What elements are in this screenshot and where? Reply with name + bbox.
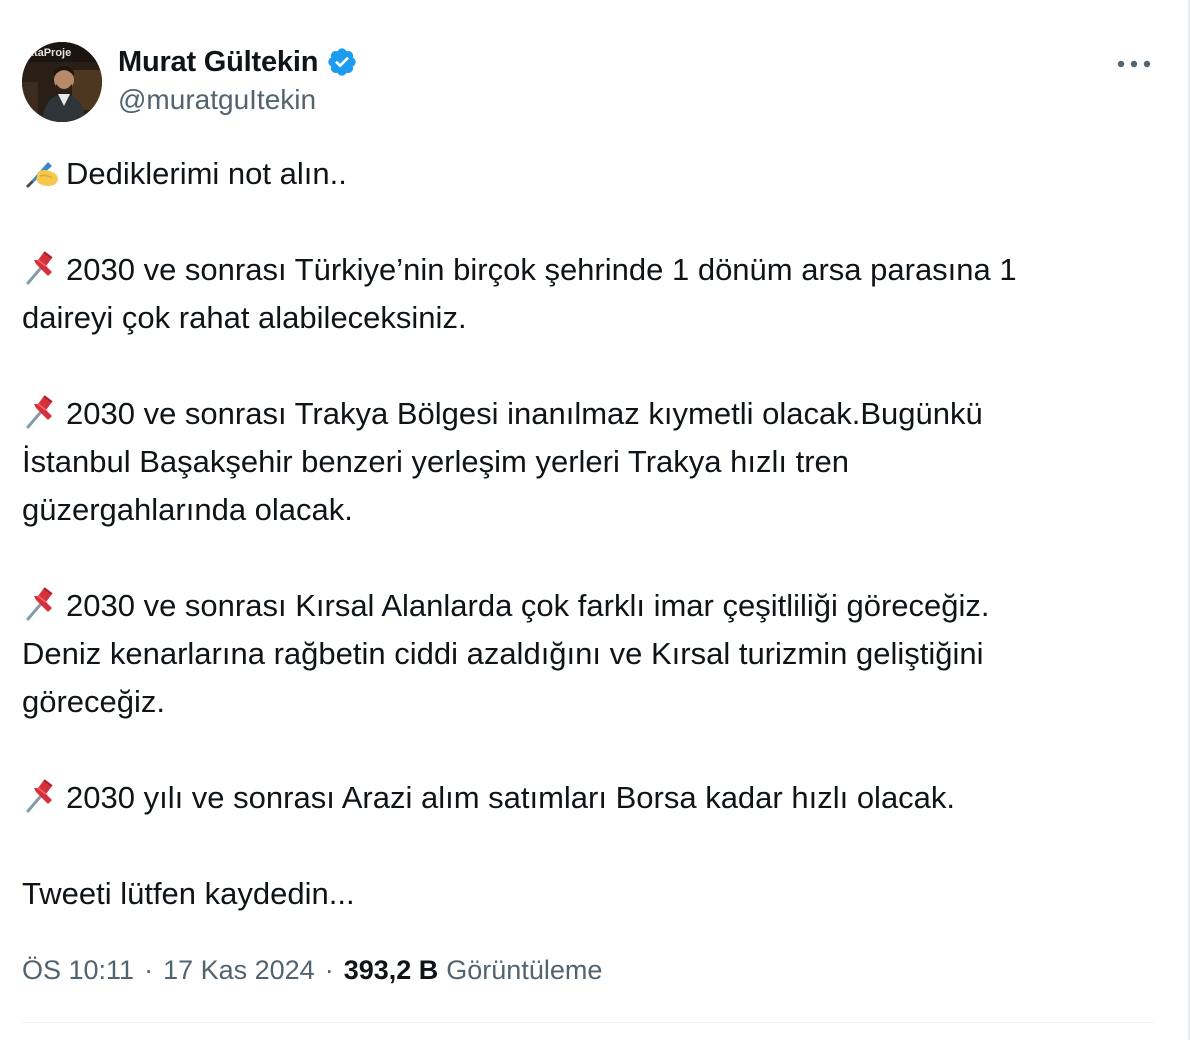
tweet-paragraph: 2030 yılı ve sonrası Arazi alım satımlar… bbox=[22, 774, 1152, 822]
tweet-line-text: 2030 yılı ve sonrası Arazi alım satımlar… bbox=[66, 780, 956, 815]
tweet-line-text: daireyi çok rahat alabileceksiniz. bbox=[22, 300, 467, 335]
avatar[interactable]: AtaProje bbox=[22, 42, 102, 122]
tweet-paragraph: Dediklerimi not alın.. bbox=[22, 150, 1152, 198]
verified-badge-icon[interactable] bbox=[326, 46, 358, 78]
tweet-line-text: Tweeti lütfen kaydedin... bbox=[22, 876, 355, 911]
more-options-button[interactable] bbox=[1110, 46, 1158, 82]
tweet-line: Tweeti lütfen kaydedin... bbox=[22, 870, 1152, 918]
tweet-line-text: Deniz kenarlarına rağbetin ciddi azaldığ… bbox=[22, 636, 984, 671]
tweet-line-text: göreceğiz. bbox=[22, 684, 166, 719]
tweet-time[interactable]: ÖS 10:11 bbox=[22, 955, 134, 986]
avatar-image: AtaProje bbox=[22, 42, 102, 122]
tweet-line-text: 2030 ve sonrası Türkiye’nin birçok şehri… bbox=[66, 252, 1017, 287]
pushpin-icon bbox=[22, 250, 62, 286]
more-options-icon bbox=[1117, 60, 1151, 68]
tweet-line: Deniz kenarlarına rağbetin ciddi azaldığ… bbox=[22, 630, 1152, 678]
pushpin-icon bbox=[22, 778, 62, 814]
tweet-paragraph: 2030 ve sonrası Kırsal Alanlarda çok far… bbox=[22, 582, 1152, 726]
author-name-row: Murat Gültekin bbox=[118, 44, 358, 80]
author-handle[interactable]: @muratguItekin bbox=[118, 84, 316, 116]
tweet-text: Dediklerimi not alın.. 2030 ve sonrası Tü… bbox=[22, 150, 1152, 918]
tweet-line-text: İstanbul Başakşehir benzeri yerleşim yer… bbox=[22, 444, 849, 479]
tweet-date[interactable]: 17 Kas 2024 bbox=[163, 955, 315, 986]
tweet-meta: ÖS 10:11 · 17 Kas 2024 · 393,2 B Görüntü… bbox=[22, 950, 602, 990]
tweet-line-text: Dediklerimi not alın.. bbox=[66, 156, 347, 191]
views-label: Görüntüleme bbox=[446, 954, 603, 985]
tweet-line: 2030 ve sonrası Türkiye’nin birçok şehri… bbox=[22, 246, 1152, 294]
tweet-line: daireyi çok rahat alabileceksiniz. bbox=[22, 294, 1152, 342]
tweet-line-text: güzergahlarında olacak. bbox=[22, 492, 353, 527]
tweet-paragraph: Tweeti lütfen kaydedin... bbox=[22, 870, 1152, 918]
tweet-line: 2030 ve sonrası Trakya Bölgesi inanılmaz… bbox=[22, 390, 1152, 438]
tweet-line: 2030 yılı ve sonrası Arazi alım satımlar… bbox=[22, 774, 1152, 822]
tweet-line-text: 2030 ve sonrası Kırsal Alanlarda çok far… bbox=[66, 588, 990, 623]
tweet-line: güzergahlarında olacak. bbox=[22, 486, 1152, 534]
pushpin-icon bbox=[22, 394, 62, 430]
tweet-paragraph: 2030 ve sonrası Trakya Bölgesi inanılmaz… bbox=[22, 390, 1152, 534]
avatar-logo-text: AtaProje bbox=[26, 47, 71, 59]
tweet-line: 2030 ve sonrası Kırsal Alanlarda çok far… bbox=[22, 582, 1152, 630]
author-display-name[interactable]: Murat Gültekin bbox=[118, 46, 318, 79]
tweet-paragraph: 2030 ve sonrası Türkiye’nin birçok şehri… bbox=[22, 246, 1152, 342]
tweet-card: AtaProje Murat Gültekin @muratguItekin D… bbox=[0, 0, 1190, 1040]
meta-separator: · bbox=[324, 954, 334, 985]
writing-hand-icon bbox=[22, 154, 62, 190]
tweet-line: göreceğiz. bbox=[22, 678, 1152, 726]
tweet-line: Dediklerimi not alın.. bbox=[22, 150, 1152, 198]
divider bbox=[22, 1022, 1154, 1023]
pushpin-icon bbox=[22, 586, 62, 622]
tweet-line-text: 2030 ve sonrası Trakya Bölgesi inanılmaz… bbox=[66, 396, 983, 431]
views-count[interactable]: 393,2 B bbox=[344, 955, 439, 986]
tweet-line: İstanbul Başakşehir benzeri yerleşim yer… bbox=[22, 438, 1152, 486]
meta-separator: · bbox=[144, 954, 154, 985]
